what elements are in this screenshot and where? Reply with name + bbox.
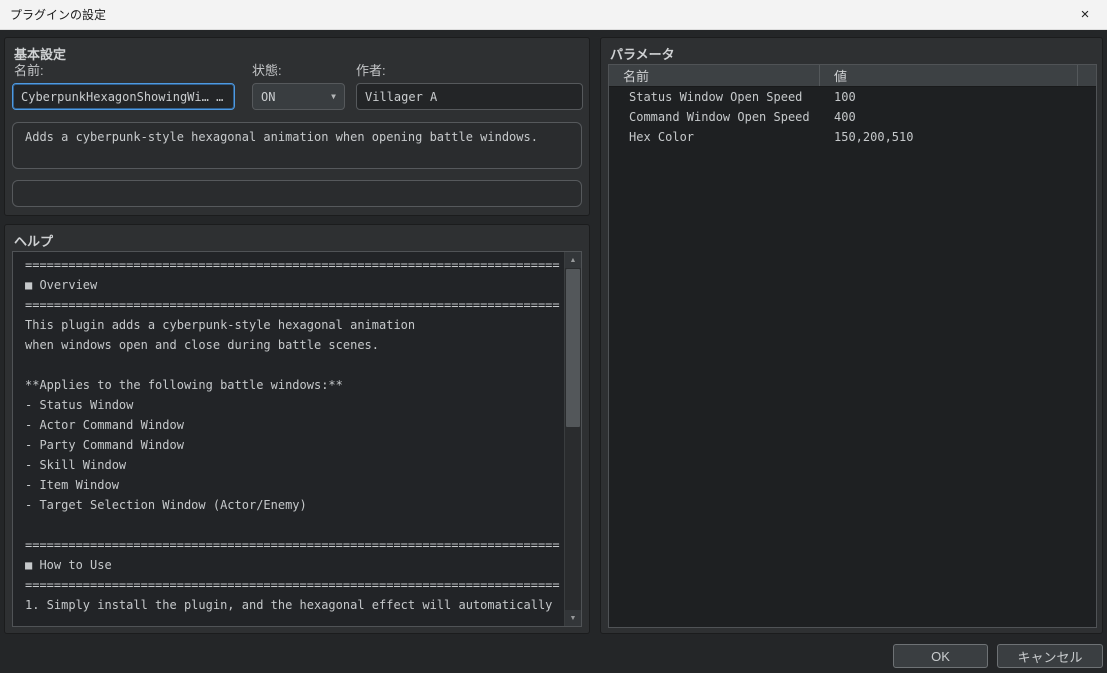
help-line: ========================================… <box>25 578 560 592</box>
status-select[interactable]: ON ▼ <box>252 83 345 110</box>
column-header-name[interactable]: 名前 <box>609 65 820 86</box>
scrollbar-thumb[interactable] <box>566 269 580 427</box>
table-header: 名前 値 <box>609 65 1096 87</box>
help-line: ========================================… <box>25 258 560 272</box>
table-row[interactable]: Command Window Open Speed 400 <box>609 107 1096 127</box>
author-input[interactable]: Villager A <box>356 83 583 110</box>
author-label: 作者: <box>356 63 386 78</box>
chevron-down-icon: ▼ <box>331 92 336 101</box>
help-textarea[interactable]: ========================================… <box>12 251 582 627</box>
help-line: ■ How to Use <box>25 558 112 572</box>
window-title: プラグインの設定 <box>10 8 107 22</box>
help-line: - Item Window <box>25 478 119 492</box>
column-header-value[interactable]: 値 <box>820 65 1078 86</box>
param-name: Status Window Open Speed <box>629 90 803 104</box>
help-line: This plugin adds a cyberpunk-style hexag… <box>25 318 416 332</box>
table-row[interactable]: Hex Color 150,200,510 <box>609 127 1096 147</box>
plugin-name-input[interactable]: CyberpunkHexagonShowingWi… … <box>12 83 235 110</box>
titlebar: プラグインの設定 × <box>0 0 1107 30</box>
parameters-title: パラメータ <box>610 47 675 62</box>
help-line: - Actor Command Window <box>25 418 184 432</box>
param-name: Command Window Open Speed <box>629 110 810 124</box>
help-scrollbar[interactable]: ▲ ▼ <box>564 252 581 626</box>
name-label: 名前: <box>14 63 44 78</box>
help-line: ========================================… <box>25 298 560 312</box>
parameters-panel: パラメータ 名前 値 Status Window Open Speed 100 … <box>600 37 1103 634</box>
help-line: - Skill Window <box>25 458 127 472</box>
table-row[interactable]: Status Window Open Speed 100 <box>609 87 1096 107</box>
scroll-down-icon[interactable]: ▼ <box>565 610 581 626</box>
basic-settings-panel: 基本設定 名前: 状態: 作者: CyberpunkHexagonShowing… <box>4 37 590 216</box>
help-line: - Target Selection Window (Actor/Enemy) <box>25 498 307 512</box>
help-line: - Status Window <box>25 398 134 412</box>
help-line <box>25 358 564 378</box>
close-button[interactable]: × <box>1063 0 1107 30</box>
scroll-up-icon[interactable]: ▲ <box>565 252 581 268</box>
extra-box[interactable] <box>12 180 582 207</box>
help-line: 1. Simply install the plugin, and the he… <box>25 598 553 612</box>
help-panel: ヘルプ ====================================… <box>4 224 590 634</box>
help-line: when windows open and close during battl… <box>25 338 380 352</box>
description-text: Adds a cyberpunk-style hexagonal animati… <box>25 130 538 144</box>
status-value: ON <box>261 89 276 104</box>
help-text: ========================================… <box>13 252 564 626</box>
help-line: **Applies to the following battle window… <box>25 378 343 392</box>
param-name: Hex Color <box>629 130 695 144</box>
help-line <box>25 518 564 538</box>
param-value: 400 <box>834 110 856 124</box>
help-line: - Party Command Window <box>25 438 184 452</box>
help-line: ■ Overview <box>25 278 98 292</box>
author-value: Villager A <box>365 89 438 104</box>
plugin-name-value: CyberpunkHexagonShowingWi… … <box>21 89 224 104</box>
description-box[interactable]: Adds a cyberpunk-style hexagonal animati… <box>12 122 582 169</box>
table-body: Status Window Open Speed 100 Command Win… <box>609 87 1096 147</box>
param-value: 100 <box>834 90 856 104</box>
cancel-button[interactable]: キャンセル <box>997 644 1103 668</box>
status-label: 状態: <box>252 63 282 78</box>
help-title: ヘルプ <box>14 234 54 249</box>
close-icon: × <box>1080 6 1090 23</box>
ok-button[interactable]: OK <box>893 644 988 668</box>
param-value: 150,200,510 <box>834 130 914 144</box>
column-header-stub <box>1078 65 1096 86</box>
help-line: ========================================… <box>25 538 560 552</box>
parameters-table: 名前 値 Status Window Open Speed 100 Comman… <box>608 64 1097 628</box>
